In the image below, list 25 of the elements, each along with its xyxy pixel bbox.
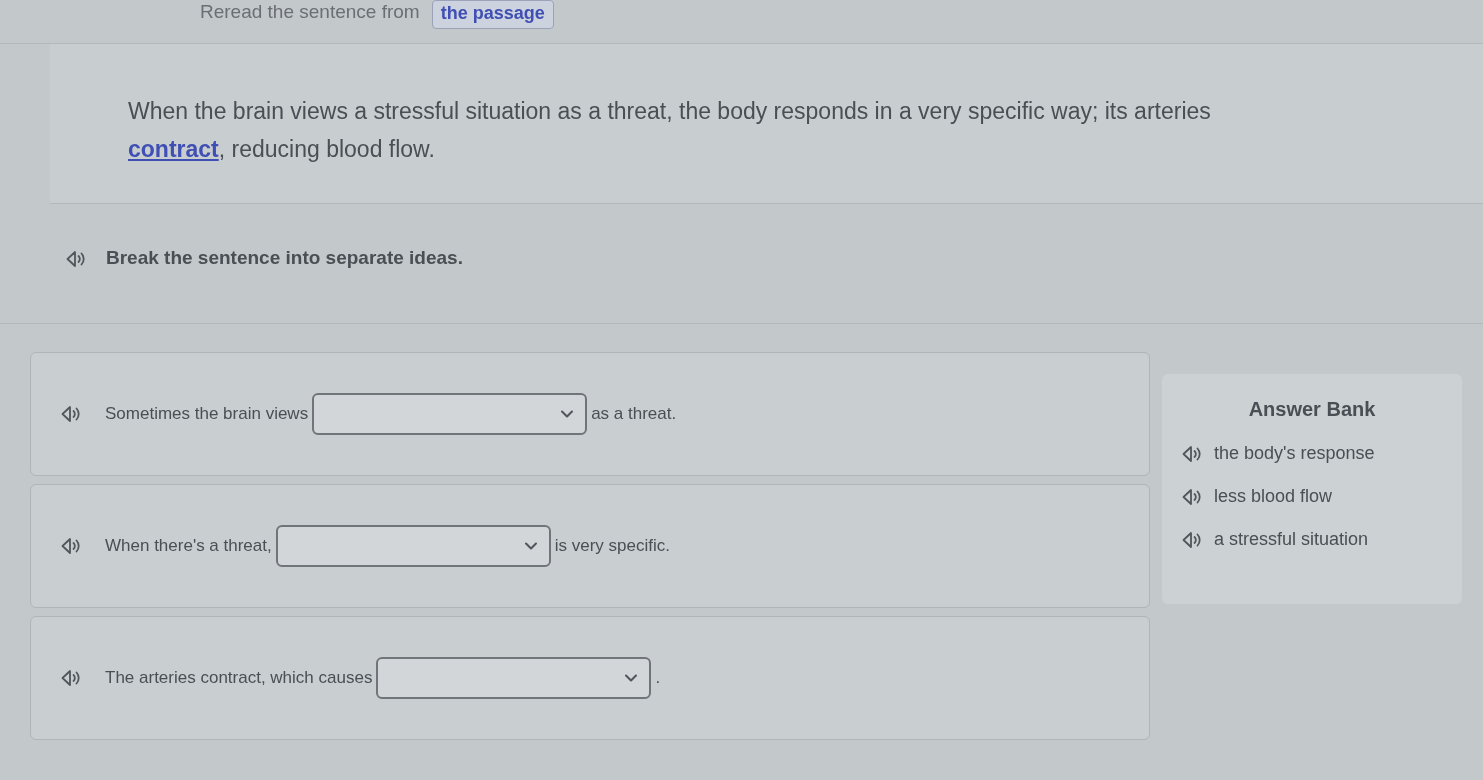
instruction-text: Break the sentence into separate ideas. [106, 246, 463, 271]
question-text: . [655, 667, 661, 690]
speaker-icon[interactable] [61, 669, 81, 687]
header-text: Reread the sentence from [200, 0, 420, 21]
answer-option[interactable]: the body's response [1214, 440, 1375, 467]
question-text: Sometimes the brain views [105, 403, 309, 426]
answer-option[interactable]: less blood flow [1214, 483, 1333, 510]
answer-dropdown[interactable] [275, 525, 551, 567]
speaker-icon[interactable] [61, 405, 81, 423]
answer-bank-title: Answer Bank [1248, 397, 1376, 422]
answer-option[interactable]: a stressful situation [1214, 526, 1369, 553]
question-text: as a threat. [591, 403, 677, 426]
passage-link-button[interactable]: the passage [431, 0, 554, 29]
contract-link[interactable]: contract [128, 136, 219, 162]
speaker-icon[interactable] [61, 537, 81, 555]
answer-dropdown[interactable] [312, 393, 588, 435]
answer-dropdown[interactable] [376, 657, 652, 699]
question-text: When there's a threat, [105, 535, 272, 558]
question-text: is very specific. [554, 535, 670, 558]
speaker-icon[interactable] [1182, 487, 1202, 506]
question-text: The arteries contract, which causes [105, 667, 373, 690]
speaker-icon[interactable] [1182, 444, 1202, 463]
speaker-icon[interactable] [66, 249, 86, 268]
speaker-icon[interactable] [1182, 530, 1202, 549]
passage-text: When the brain views a stressful situation as a threat, the body responds in a very specific way; its arteries contract, reducing blood flow. [128, 97, 1212, 164]
